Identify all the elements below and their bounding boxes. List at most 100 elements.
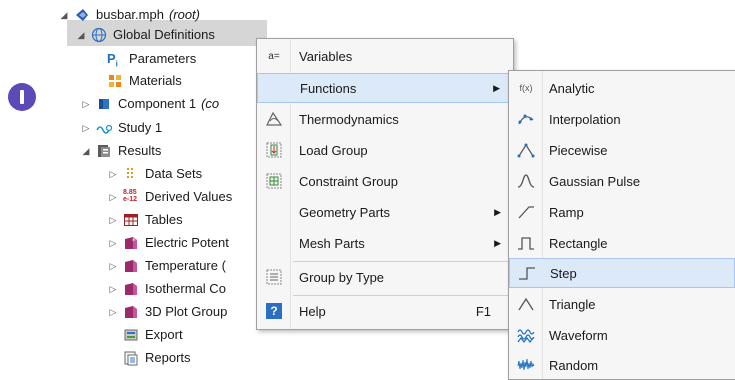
menu-label-functions: Functions — [300, 80, 357, 96]
submenu-item-random[interactable]: Random — [509, 350, 735, 380]
plot-group-icon — [123, 304, 139, 320]
triangle-icon — [517, 295, 535, 313]
menu-label-constraint-group: Constraint Group — [299, 173, 398, 189]
help-icon: ? — [266, 303, 282, 319]
tree-label-isothermal: Isothermal Co — [145, 281, 226, 296]
menu-item-mesh-parts[interactable]: Mesh Parts ▶ — [257, 228, 513, 258]
piecewise-icon — [517, 141, 535, 159]
expand-arrow-icon[interactable]: ▷ — [107, 301, 119, 323]
submenu-item-rectangle[interactable]: Rectangle — [509, 228, 735, 258]
submenu-label-step: Step — [550, 265, 577, 281]
tree-node-root[interactable]: ◢ busbar.mph (root) — [58, 4, 200, 26]
menu-item-variables[interactable]: a= Variables — [257, 41, 513, 71]
tree-node-study[interactable]: ▷ Study 1 — [80, 117, 163, 139]
submenu-item-interpolation[interactable]: Interpolation — [509, 104, 735, 134]
submenu-label-ramp: Ramp — [549, 204, 584, 220]
tree-label-temperature: Temperature ( — [145, 258, 226, 273]
menu-item-group-by-type[interactable]: Group by Type — [257, 262, 513, 292]
submenu-item-triangle[interactable]: Triangle — [509, 289, 735, 319]
tree-label-data-sets: Data Sets — [145, 166, 203, 181]
waveform-icon — [517, 326, 535, 344]
materials-icon — [107, 73, 123, 89]
menu-item-load-group[interactable]: Load Group — [257, 135, 513, 165]
tree-node-global-definitions[interactable]: ◢ Global Definitions — [75, 24, 215, 46]
tables-icon — [123, 212, 139, 228]
random-icon — [517, 356, 535, 374]
tree-node-temperature[interactable]: ▷ Temperature ( — [107, 255, 226, 277]
tree-label-derived-values: Derived Values — [145, 189, 233, 204]
tree-root-suffix: (root) — [168, 7, 200, 22]
menu-label-mesh-parts: Mesh Parts — [299, 235, 365, 251]
ramp-icon — [517, 203, 535, 221]
data-sets-icon — [123, 166, 139, 182]
tree-label-global-definitions: Global Definitions — [113, 27, 215, 42]
tree-node-data-sets[interactable]: ▷ Data Sets — [107, 163, 203, 185]
expand-arrow-icon[interactable]: ▷ — [80, 93, 92, 115]
study-icon — [96, 120, 113, 136]
expand-arrow-icon[interactable]: ▷ — [107, 255, 119, 277]
gaussian-pulse-icon — [517, 172, 535, 190]
menu-label-geometry-parts: Geometry Parts — [299, 204, 391, 220]
parameters-icon: Pi — [107, 51, 118, 69]
menu-item-functions[interactable]: Functions ▶ — [257, 73, 513, 103]
submenu-item-ramp[interactable]: Ramp — [509, 197, 735, 227]
tree-label-electric-potential: Electric Potent — [145, 235, 229, 250]
submenu-item-waveform[interactable]: Waveform — [509, 320, 735, 350]
submenu-item-analytic[interactable]: f(x) Analytic — [509, 73, 735, 103]
thermodynamics-icon — [265, 110, 283, 128]
expand-arrow-icon[interactable]: ▷ — [80, 117, 92, 139]
tree-node-3d-plot-group[interactable]: ▷ 3D Plot Group — [107, 301, 228, 323]
tree-node-parameters[interactable]: Pi Parameters — [107, 48, 196, 70]
info-badge — [8, 83, 36, 111]
plot-group-icon: * — [123, 235, 139, 251]
submenu-label-random: Random — [549, 357, 599, 373]
tree-label-results: Results — [118, 143, 162, 158]
plot-group-icon — [123, 258, 139, 274]
model-icon — [74, 7, 90, 23]
tree-label-parameters: Parameters — [129, 51, 197, 66]
collapse-arrow-icon[interactable]: ◢ — [58, 4, 70, 26]
menu-shortcut-help: F1 — [475, 303, 491, 319]
menu-label-load-group: Load Group — [299, 142, 368, 158]
submenu-label-triangle: Triangle — [549, 296, 596, 312]
tree-node-export[interactable]: Export — [123, 324, 183, 346]
menu-item-help[interactable]: ? Help F1 — [257, 296, 513, 326]
submenu-label-gaussian-pulse: Gaussian Pulse — [549, 173, 641, 189]
tree-label-export: Export — [145, 327, 183, 342]
tree-node-component[interactable]: ▷ Component 1 (co — [80, 93, 220, 115]
expand-arrow-icon[interactable]: ▷ — [107, 163, 119, 185]
context-menu: a= Variables Functions ▶ Thermodynamics … — [256, 38, 514, 330]
menu-item-thermodynamics[interactable]: Thermodynamics — [257, 104, 513, 134]
variables-icon: a= — [268, 50, 280, 62]
menu-item-constraint-group[interactable]: Constraint Group — [257, 166, 513, 196]
svg-text:*: * — [132, 237, 136, 245]
results-icon — [96, 143, 112, 159]
tree-node-materials[interactable]: Materials — [107, 70, 182, 92]
group-by-type-icon — [265, 268, 283, 286]
submenu-label-waveform: Waveform — [549, 327, 608, 343]
tree-node-derived-values[interactable]: ▷ 8.85 e-12 Derived Values — [107, 186, 233, 208]
submenu-label-interpolation: Interpolation — [549, 111, 621, 127]
collapse-arrow-icon[interactable]: ◢ — [75, 24, 87, 46]
expand-arrow-icon[interactable]: ▷ — [107, 232, 119, 254]
collapse-arrow-icon[interactable]: ◢ — [80, 140, 92, 162]
tree-label-study: Study 1 — [118, 120, 163, 135]
submenu-item-gaussian-pulse[interactable]: Gaussian Pulse — [509, 166, 735, 196]
expand-arrow-icon[interactable]: ▷ — [107, 278, 119, 300]
tree-node-reports[interactable]: Reports — [123, 347, 191, 369]
expand-arrow-icon[interactable]: ▷ — [107, 209, 119, 231]
menu-label-thermodynamics: Thermodynamics — [299, 111, 399, 127]
expand-arrow-icon[interactable]: ▷ — [107, 186, 119, 208]
submenu-item-piecewise[interactable]: Piecewise — [509, 135, 735, 165]
submenu-item-step[interactable]: Step — [509, 258, 735, 288]
tree-node-results[interactable]: ◢ Results — [80, 140, 162, 162]
tree-label-component: Component 1 — [118, 96, 197, 111]
tree-component-suffix: (co — [201, 96, 220, 111]
menu-label-group-by-type: Group by Type — [299, 269, 385, 285]
tree-node-electric-potential[interactable]: ▷ * Electric Potent — [107, 232, 229, 254]
step-icon — [518, 264, 536, 282]
menu-item-geometry-parts[interactable]: Geometry Parts ▶ — [257, 197, 513, 227]
tree-node-tables[interactable]: ▷ Tables — [107, 209, 183, 231]
tree-node-isothermal[interactable]: ▷ Isothermal Co — [107, 278, 226, 300]
constraint-group-icon — [265, 172, 283, 190]
